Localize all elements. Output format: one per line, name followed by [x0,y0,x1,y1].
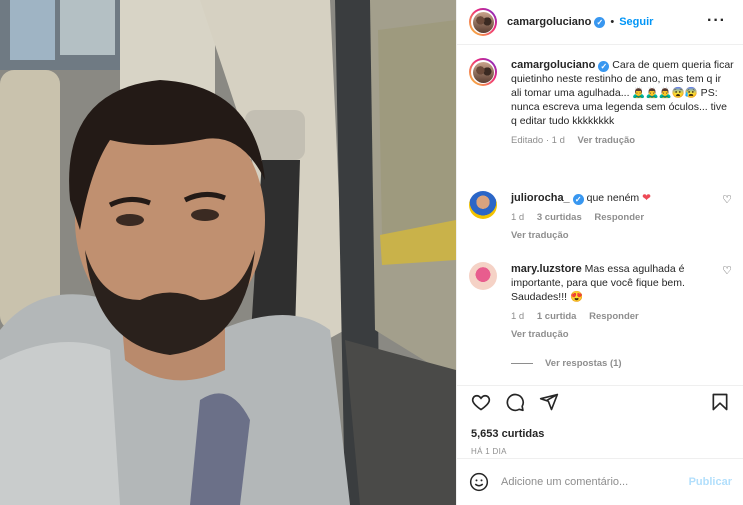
selfie-in-car-image [0,0,456,505]
caption-author[interactable]: camargoluciano [511,59,595,71]
separator-dot: • [610,16,615,28]
heart-eyes-emoji: 😍 [569,291,584,303]
send-icon[interactable] [539,392,559,412]
author-username[interactable]: camargoluciano [507,16,591,28]
comment-like-heart-icon[interactable]: ♡ [722,264,732,277]
caption: camargoluciano ✓ Cara de quem queria fica… [469,58,734,148]
comment-item: mary.luzstore Mas essa agulhada é import… [469,262,734,342]
likes-count[interactable]: 5,653 curtidas [471,428,544,440]
caption-see-translation[interactable]: Ver tradução [578,135,636,146]
follow-button[interactable]: Seguir [619,16,653,28]
comment-like-heart-icon[interactable]: ♡ [722,193,732,206]
bookmark-icon[interactable] [710,392,730,412]
add-comment-bar: Publicar [457,458,743,505]
comment-author[interactable]: mary.luzstore [511,263,582,275]
reply-button[interactable]: Responder [589,311,639,322]
author-avatar[interactable] [469,8,497,36]
post-header: camargoluciano ✓ • Seguir ··· [457,0,743,45]
caption-meta: Editado · 1 d [511,135,565,146]
comment-likes[interactable]: 1 curtida [537,311,577,322]
commenter-avatar[interactable] [469,262,497,290]
smiley-icon[interactable] [469,472,489,492]
red-heart-emoji: ❤ [642,192,651,204]
comment-age: 1 d [511,212,525,223]
replies-divider-line [511,363,533,364]
comment-see-translation[interactable]: Ver tradução [511,229,734,243]
comment-age: 1 d [511,311,525,322]
comment-author[interactable]: juliorocha_ [511,192,570,204]
comment-input[interactable] [501,476,689,488]
verified-badge-icon: ✓ [598,61,610,72]
view-replies-button[interactable]: Ver respostas (1) [511,358,622,369]
post-side-panel: camargoluciano ✓ • Seguir ··· camargoluc… [456,0,743,505]
more-options-icon[interactable]: ··· [707,12,726,30]
comment-text: que neném [586,192,640,204]
post-timestamp: HÁ 1 DIA [471,447,507,456]
comment-likes[interactable]: 3 curtidas [537,212,582,223]
verified-badge-icon: ✓ [594,16,606,28]
view-replies-label: Ver respostas (1) [545,358,622,369]
verified-badge-icon: ✓ [572,194,584,205]
comments-section: camargoluciano ✓ Cara de quem queria fica… [457,46,743,384]
caption-author-avatar[interactable] [469,58,497,86]
reply-button[interactable]: Responder [594,212,644,223]
comment-icon[interactable] [505,392,525,412]
post-photo[interactable] [0,0,456,505]
comment-item: juliorocha_ ✓ que neném ❤ 1 d 3 curtidas … [469,191,734,243]
publish-button[interactable]: Publicar [689,476,732,488]
commenter-avatar[interactable] [469,191,497,219]
heart-icon[interactable] [471,392,491,412]
comment-see-translation[interactable]: Ver tradução [511,328,734,342]
instagram-post-modal: camargoluciano ✓ • Seguir ··· camargoluc… [0,0,743,505]
